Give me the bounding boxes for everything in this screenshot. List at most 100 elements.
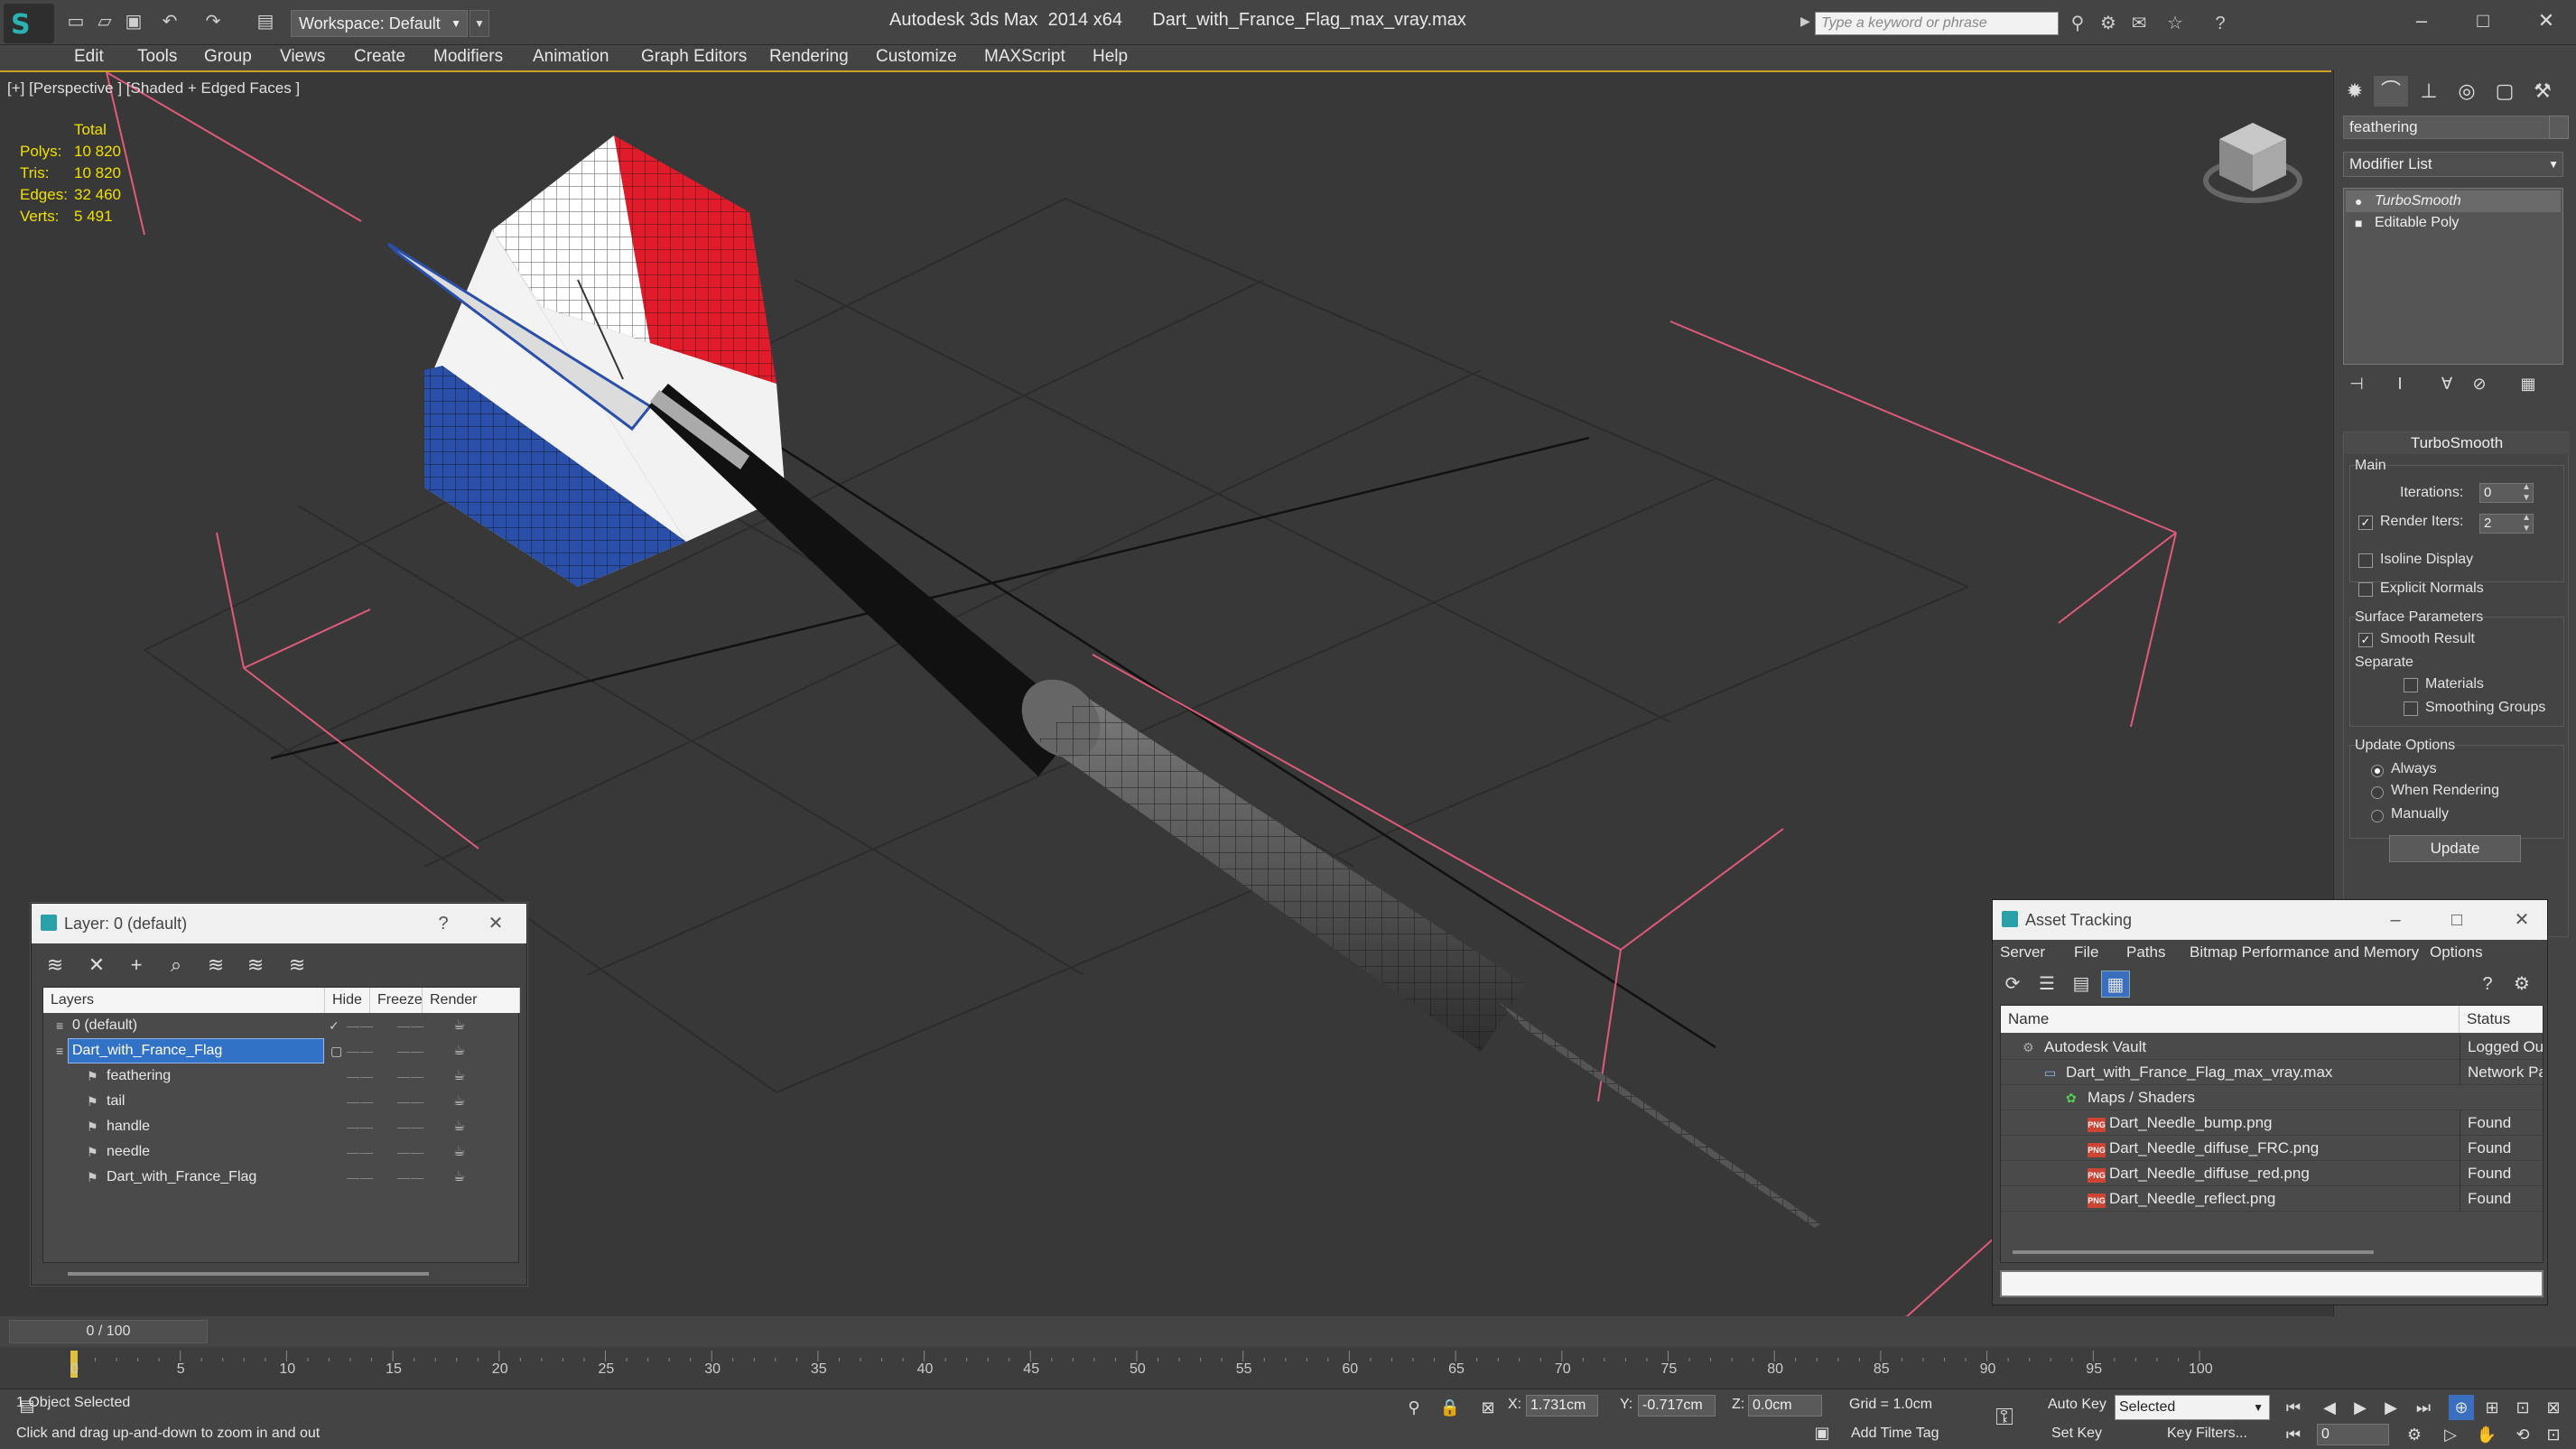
hide-toggle[interactable]: —— — [347, 1013, 374, 1038]
menu-views[interactable]: Views — [280, 47, 325, 67]
isoline-display-checkbox[interactable] — [2358, 553, 2373, 568]
selection-set-dropdown[interactable]: Selected ▼ — [2115, 1395, 2270, 1420]
render-teapot-icon[interactable]: ☕ — [453, 1064, 465, 1089]
set-key-button[interactable]: Set Key — [2051, 1426, 2102, 1442]
zoom-extents-icon[interactable]: ⊡ — [2510, 1395, 2535, 1420]
render-teapot-icon[interactable]: ☕ — [453, 1013, 465, 1038]
quick-access-dropdown[interactable]: ▼ — [470, 10, 489, 37]
maximize-viewport-icon[interactable]: ⊡ — [2541, 1422, 2566, 1447]
layer-row[interactable]: ⚑ handle —— —— ☕ — [43, 1114, 518, 1139]
next-frame-icon[interactable]: ▶ — [2378, 1395, 2404, 1420]
play-icon[interactable]: ▶ — [2348, 1395, 2373, 1420]
menu-customize[interactable]: Customize — [876, 47, 957, 67]
add-to-layer-icon[interactable]: + — [122, 951, 151, 980]
maximize-icon[interactable]: □ — [2465, 5, 2501, 36]
utilities-tab-icon[interactable]: ⚒ — [2525, 76, 2560, 107]
asset-path-field[interactable] — [2000, 1270, 2543, 1297]
asset-row[interactable]: PNG Dart_Needle_bump.png Found — [2001, 1110, 2543, 1136]
search-expand-icon[interactable]: ▶ — [1800, 14, 1810, 29]
time-tag-icon[interactable]: ▣ — [1809, 1420, 1835, 1445]
make-unique-icon[interactable]: ∀ — [2433, 370, 2460, 397]
workspace-dropdown[interactable]: Workspace: Default ▼ — [291, 10, 468, 37]
materials-checkbox[interactable] — [2404, 678, 2418, 692]
auto-key-button[interactable]: Auto Key — [2048, 1397, 2106, 1413]
key-filters-button[interactable]: Key Filters... — [2167, 1426, 2247, 1442]
freeze-toggle[interactable]: —— — [397, 1139, 424, 1165]
zoom-icon[interactable]: ⊕ — [2449, 1395, 2474, 1420]
open-file-icon[interactable]: ▱ — [94, 11, 116, 33]
minimize-icon[interactable]: – — [2377, 900, 2413, 940]
pin-stack-icon[interactable]: ⊣ — [2343, 370, 2370, 397]
col-status[interactable]: Status — [2460, 1006, 2543, 1033]
select-layer-icon[interactable]: ≋ — [201, 951, 230, 980]
menu-modifiers[interactable]: Modifiers — [433, 47, 503, 67]
render-iters-checkbox[interactable]: ✓ — [2358, 516, 2373, 530]
close-icon[interactable]: ✕ — [478, 904, 514, 943]
favorites-star-icon[interactable]: ☆ — [2163, 12, 2187, 35]
freeze-toggle[interactable]: —— — [397, 1165, 424, 1190]
asset-row[interactable]: ▭ Dart_with_France_Flag_max_vray.max Netwo… — [2001, 1060, 2543, 1085]
menu-help[interactable]: Help — [1093, 47, 1128, 67]
col-hide[interactable]: Hide — [325, 988, 370, 1013]
render-teapot-icon[interactable]: ☕ — [453, 1038, 465, 1064]
help-icon[interactable]: ? — [425, 904, 461, 943]
asset-row[interactable]: PNG Dart_Needle_diffuse_red.png Found — [2001, 1161, 2543, 1186]
update-button[interactable]: Update — [2389, 835, 2521, 862]
asset-menu-server[interactable]: Server — [2000, 943, 2045, 961]
viewcube-icon[interactable] — [2203, 116, 2302, 215]
menu-edit[interactable]: Edit — [74, 47, 104, 67]
hide-toggle[interactable]: —— — [347, 1038, 374, 1064]
asset-row[interactable]: ⚙ Autodesk Vault Logged Out — [2001, 1035, 2543, 1060]
set-current-layer-icon[interactable]: ▢ — [330, 1038, 342, 1064]
hide-toggle[interactable]: —— — [347, 1139, 374, 1165]
col-layers[interactable]: Layers — [43, 988, 325, 1013]
hide-toggle[interactable]: —— — [347, 1064, 374, 1089]
menu-maxscript[interactable]: MAXScript — [984, 47, 1065, 67]
add-time-tag-button[interactable]: Add Time Tag — [1851, 1426, 1939, 1442]
maximize-icon[interactable]: □ — [2439, 900, 2475, 940]
menu-tools[interactable]: Tools — [137, 47, 177, 67]
go-to-end-icon[interactable]: ⏭ — [2411, 1395, 2436, 1420]
x-coordinate-field[interactable]: 1.731cm — [1526, 1395, 1598, 1416]
current-frame-field[interactable]: 0 — [2317, 1424, 2389, 1445]
settings-icon[interactable]: ⚙ — [2507, 971, 2536, 998]
configure-sets-icon[interactable]: ▦ — [2515, 370, 2542, 397]
render-teapot-icon[interactable]: ☕ — [453, 1165, 465, 1190]
render-teapot-icon[interactable]: ☕ — [453, 1114, 465, 1139]
show-end-result-icon[interactable]: Ⅰ — [2386, 370, 2413, 397]
explicit-normals-checkbox[interactable] — [2358, 582, 2373, 597]
subscription-icon[interactable]: ⚙ — [2097, 12, 2120, 35]
help-icon[interactable]: ? — [2209, 12, 2232, 35]
search-input[interactable]: Type a keyword or phrase — [1815, 12, 2059, 35]
zoom-all-icon[interactable]: ⊞ — [2479, 1395, 2505, 1420]
isolate-selection-icon[interactable]: ⚲ — [1401, 1395, 1427, 1420]
layer-row[interactable]: ⚑ needle —— —— ☕ — [43, 1139, 518, 1165]
manually-radio[interactable] — [2371, 810, 2384, 822]
current-layer-check-icon[interactable]: ✓ — [329, 1013, 339, 1038]
object-color-swatch[interactable] — [2549, 116, 2569, 139]
stack-item-editable-poly[interactable]: ■ Editable Poly — [2346, 212, 2561, 234]
freeze-toggle[interactable]: —— — [397, 1114, 424, 1139]
iterations-spinner[interactable]: 0 ▲ ▼ — [2479, 482, 2534, 503]
hide-toggle[interactable]: —— — [347, 1089, 374, 1114]
close-icon[interactable]: ✕ — [2528, 5, 2564, 36]
time-config-icon[interactable]: ⚙ — [2402, 1422, 2427, 1447]
go-to-start-icon[interactable]: ⏮ — [2281, 1395, 2306, 1420]
communication-icon[interactable]: ✉ — [2127, 12, 2151, 35]
asset-menu-paths[interactable]: Paths — [2126, 943, 2165, 961]
asset-row[interactable]: PNG Dart_Needle_reflect.png Found — [2001, 1186, 2543, 1212]
layer-row[interactable]: ⚑ feathering —— —— ☕ — [43, 1064, 518, 1089]
y-coordinate-field[interactable]: -0.717cm — [1638, 1395, 1716, 1416]
list-view-icon[interactable]: ☰ — [2032, 971, 2061, 998]
key-icon[interactable]: ⚿ — [1992, 1404, 2017, 1429]
always-radio[interactable] — [2371, 765, 2384, 777]
close-icon[interactable]: ✕ — [2504, 900, 2540, 940]
previous-frame-icon[interactable]: ◀ — [2317, 1395, 2342, 1420]
menu-graph-editors[interactable]: Graph Editors — [641, 47, 747, 67]
redo-icon[interactable]: ↷ — [202, 11, 224, 33]
time-slider[interactable]: 0 / 100 — [9, 1320, 208, 1343]
absolute-mode-icon[interactable]: ⊠ — [1475, 1395, 1501, 1420]
stack-item-turbosmooth[interactable]: ● TurboSmooth — [2346, 190, 2561, 212]
menu-group[interactable]: Group — [204, 47, 252, 67]
new-layer-icon[interactable]: ≋ — [41, 951, 70, 980]
